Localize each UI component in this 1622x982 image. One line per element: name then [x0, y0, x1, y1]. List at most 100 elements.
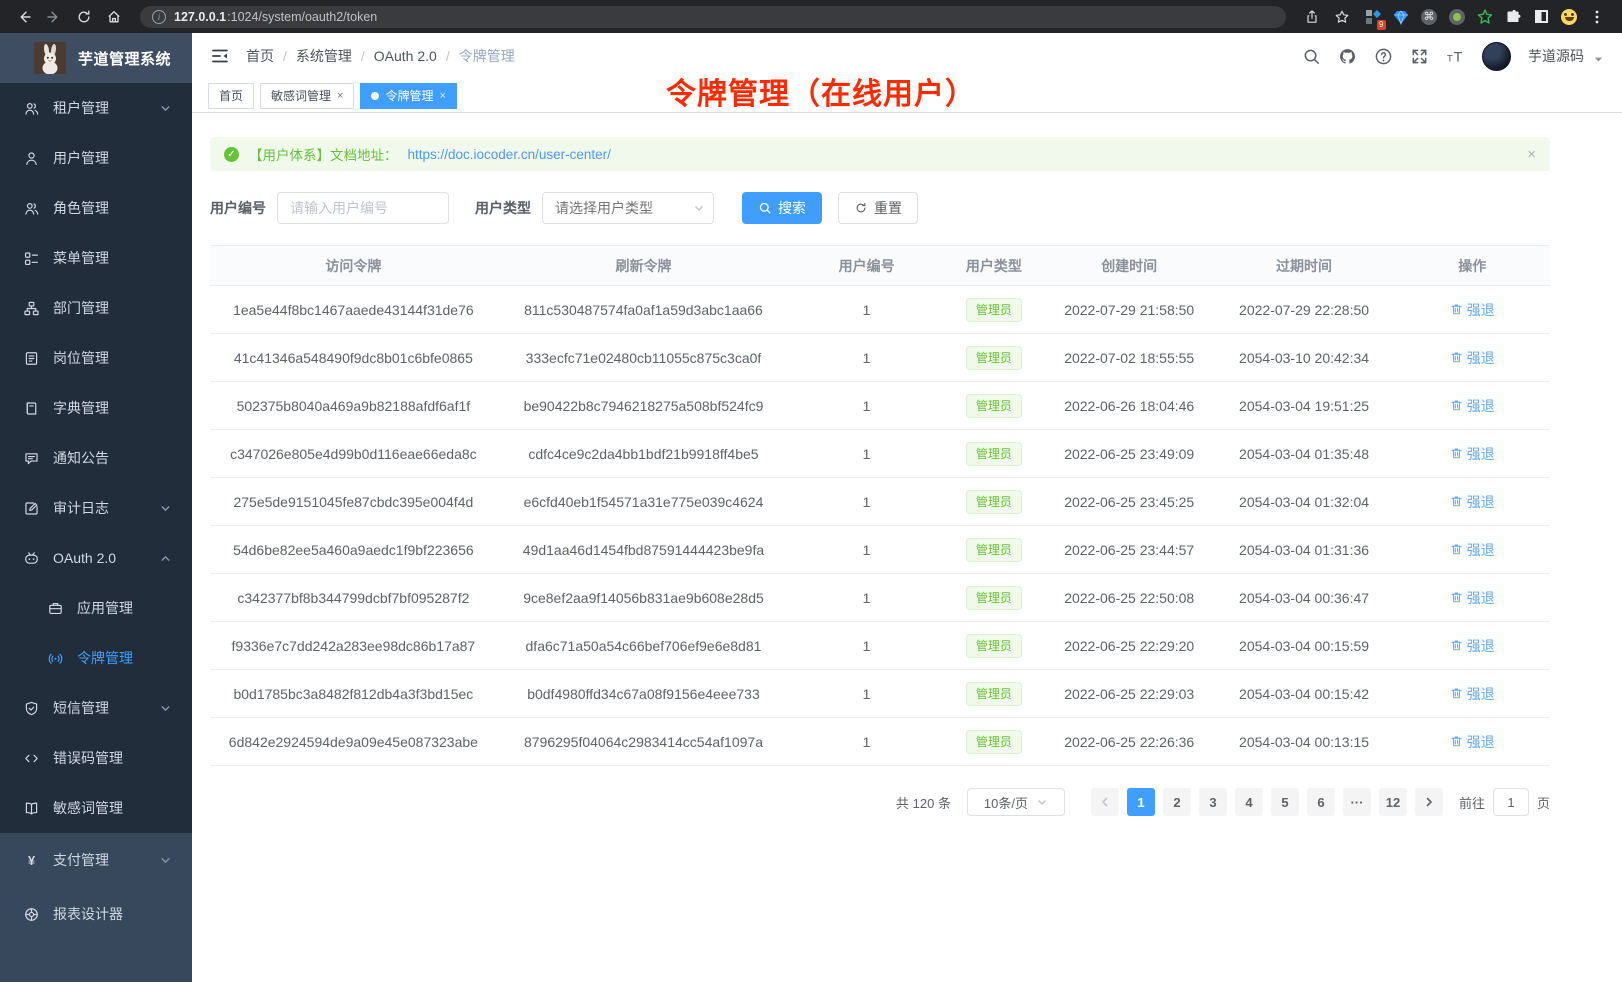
sidebar-item-部门管理[interactable]: 部门管理: [0, 283, 192, 333]
user-type-label: 用户类型: [475, 198, 531, 218]
breadcrumb-oauth[interactable]: OAuth 2.0: [374, 48, 437, 64]
tab-敏感词管理[interactable]: 敏感词管理×: [260, 83, 354, 109]
trash-icon: [1450, 303, 1463, 316]
profile-emoji-icon[interactable]: [1560, 8, 1578, 26]
font-size-icon[interactable]: TT: [1446, 47, 1465, 66]
github-icon[interactable]: [1338, 47, 1357, 66]
refresh-token-cell: be90422b8c7946218275a508bf524fc9: [497, 382, 790, 430]
help-icon[interactable]: [1374, 47, 1393, 66]
access-token-cell: 502375b8040a469a9b82188afdf6af1f: [210, 382, 497, 430]
recorder-extension-icon[interactable]: [1448, 8, 1466, 26]
gem-extension-icon[interactable]: [1392, 8, 1410, 26]
browser-back-icon[interactable]: [10, 5, 38, 29]
expire-time-cell: 2054-03-04 00:13:15: [1214, 718, 1395, 766]
breadcrumb-home[interactable]: 首页: [246, 46, 274, 66]
puzzle-extensions-icon[interactable]: [1504, 8, 1522, 26]
doc-link[interactable]: https://doc.iocoder.cn/user-center/: [408, 147, 611, 162]
force-logout-button[interactable]: 强退: [1450, 540, 1495, 560]
sidebar-item-短信管理[interactable]: 短信管理: [0, 683, 192, 733]
fullscreen-icon[interactable]: [1410, 47, 1429, 66]
access-token-cell: 1ea5e44f8bc1467aaede43144f31de76: [210, 286, 497, 334]
user-type-select[interactable]: [542, 192, 714, 224]
sidebar-item-审计日志[interactable]: 审计日志: [0, 483, 192, 533]
column-header-刷新令牌: 刷新令牌: [497, 246, 790, 286]
sidebar-item-应用管理[interactable]: 应用管理: [0, 583, 192, 633]
table-body: 1ea5e44f8bc1467aaede43144f31de76811c5304…: [210, 286, 1550, 766]
split-window-icon[interactable]: [1532, 8, 1550, 26]
breadcrumb-system[interactable]: 系统管理: [296, 46, 352, 66]
sidebar-item-字典管理[interactable]: 字典管理: [0, 383, 192, 433]
collapse-sidebar-icon[interactable]: [210, 46, 230, 66]
command-extension-icon[interactable]: ⌘: [1420, 8, 1438, 26]
token-table: 访问令牌刷新令牌用户编号用户类型创建时间过期时间操作 1ea5e44f8bc14…: [210, 245, 1550, 766]
page-button-1[interactable]: 1: [1127, 788, 1155, 816]
force-logout-button[interactable]: 强退: [1450, 636, 1495, 656]
tab-首页[interactable]: 首页: [208, 83, 254, 109]
page-button-4[interactable]: 4: [1235, 788, 1263, 816]
share-icon[interactable]: [1298, 5, 1326, 29]
force-logout-button[interactable]: 强退: [1450, 732, 1495, 752]
sidebar-item-用户管理[interactable]: 用户管理: [0, 133, 192, 183]
browser-forward-icon[interactable]: [40, 5, 68, 29]
header-search-icon[interactable]: [1302, 47, 1321, 66]
next-page-button[interactable]: [1415, 788, 1443, 816]
sidebar-item-角色管理[interactable]: 角色管理: [0, 183, 192, 233]
page-button-5[interactable]: 5: [1271, 788, 1299, 816]
success-check-icon: ✓: [224, 147, 239, 162]
force-logout-button[interactable]: 强退: [1450, 300, 1495, 320]
alert-close-icon[interactable]: ×: [1527, 146, 1536, 163]
table-row: 54d6be82ee5a460a9aedc1f9bf22365649d1aa46…: [210, 526, 1550, 574]
sidebar-item-错误码管理[interactable]: 错误码管理: [0, 733, 192, 783]
tab-close-icon[interactable]: ×: [337, 90, 343, 102]
extension-grid-icon[interactable]: 9: [1364, 8, 1382, 26]
goto-page-input[interactable]: [1493, 788, 1529, 816]
page-button-3[interactable]: 3: [1199, 788, 1227, 816]
user-type-cell: 管理员: [943, 382, 1045, 430]
browser-menu-kebab-icon[interactable]: [1588, 8, 1606, 26]
created-time-cell: 2022-06-25 23:49:09: [1045, 430, 1214, 478]
force-logout-button[interactable]: 强退: [1450, 588, 1495, 608]
browser-reload-icon[interactable]: [70, 5, 98, 29]
sidebar-item-OAuth 2.0[interactable]: OAuth 2.0: [0, 533, 192, 583]
browser-home-icon[interactable]: [100, 5, 128, 29]
bookmark-star-icon[interactable]: [1328, 5, 1356, 29]
page-ellipsis[interactable]: ···: [1343, 788, 1371, 816]
sidebar-item-令牌管理[interactable]: 令牌管理: [0, 633, 192, 683]
force-logout-button[interactable]: 强退: [1450, 396, 1495, 416]
user-name[interactable]: 芋道源码: [1528, 46, 1584, 66]
force-logout-button[interactable]: 强退: [1450, 492, 1495, 512]
table-row: f9336e7c7dd242a283ee98dc86b17a87dfa6c71a…: [210, 622, 1550, 670]
page-size-caret-icon: [1036, 796, 1048, 808]
sidebar-item-租户管理[interactable]: 租户管理: [0, 83, 192, 133]
page-button-12[interactable]: 12: [1379, 788, 1407, 816]
site-info-icon[interactable]: i: [152, 10, 166, 24]
sidebar-item-敏感词管理[interactable]: 敏感词管理: [0, 783, 192, 833]
prev-page-button[interactable]: [1091, 788, 1119, 816]
sidebar-item-岗位管理[interactable]: 岗位管理: [0, 333, 192, 383]
sidebar-item-支付管理[interactable]: ¥支付管理: [0, 833, 192, 887]
badge-icon: [23, 350, 40, 367]
search-button[interactable]: 搜索: [742, 192, 822, 224]
address-bar[interactable]: i 127.0.0.1:1024/system/oauth2/token: [140, 6, 1286, 28]
sidebar-item-label: 应用管理: [77, 598, 172, 618]
force-logout-button[interactable]: 强退: [1450, 444, 1495, 464]
user-id-cell: 1: [790, 622, 943, 670]
tab-令牌管理[interactable]: 令牌管理×: [360, 83, 456, 109]
url-host: 127.0.0.1: [174, 10, 226, 24]
sidebar-item-通知公告[interactable]: 通知公告: [0, 433, 192, 483]
star-extension-icon[interactable]: [1476, 8, 1494, 26]
sidebar-item-菜单管理[interactable]: 菜单管理: [0, 233, 192, 283]
page-button-6[interactable]: 6: [1307, 788, 1335, 816]
user-menu-caret-icon[interactable]: [1593, 54, 1604, 65]
sidebar-item-报表设计器[interactable]: 报表设计器: [0, 887, 192, 941]
user-id-input[interactable]: [277, 192, 449, 224]
force-logout-button[interactable]: 强退: [1450, 348, 1495, 368]
force-logout-button[interactable]: 强退: [1450, 684, 1495, 704]
created-time-cell: 2022-06-25 22:29:20: [1045, 622, 1214, 670]
user-id-cell: 1: [790, 574, 943, 622]
page-button-2[interactable]: 2: [1163, 788, 1191, 816]
reset-button[interactable]: 重置: [838, 192, 918, 224]
user-avatar[interactable]: [1482, 42, 1511, 71]
tab-close-icon[interactable]: ×: [439, 90, 445, 102]
page-size-select[interactable]: 10条/页: [967, 788, 1065, 816]
